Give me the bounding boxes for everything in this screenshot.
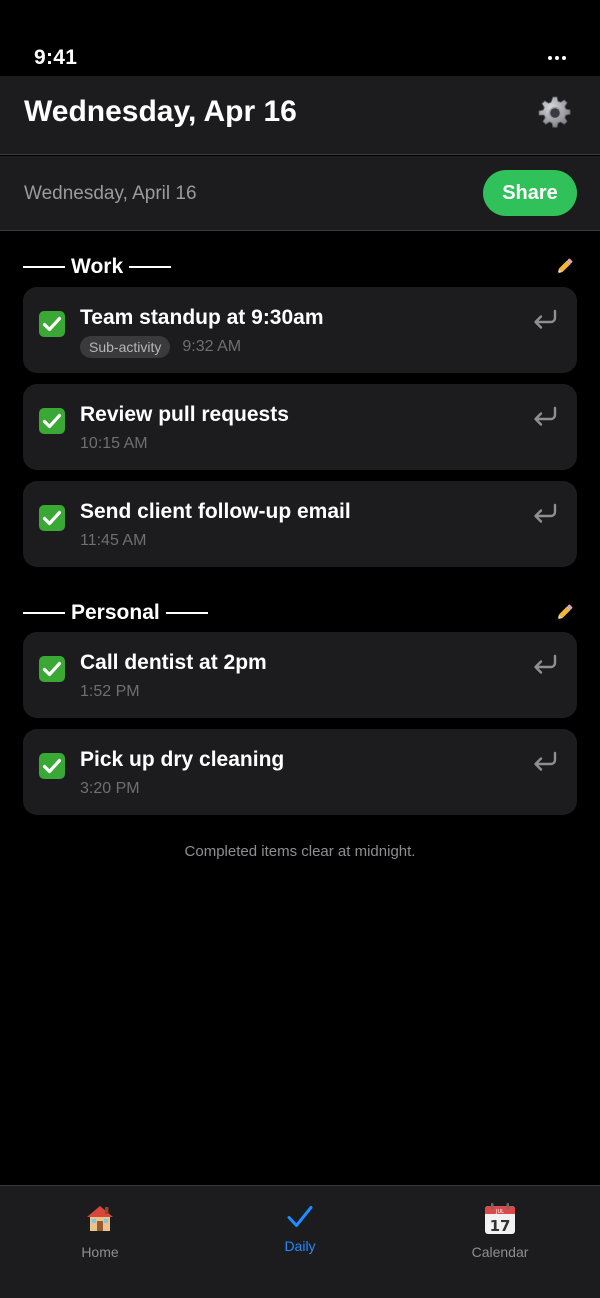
- task-meta: Sub-activity 9:32 AM: [80, 336, 241, 358]
- calendar-day: 17: [490, 1217, 511, 1235]
- pencil-icon[interactable]: [553, 602, 575, 624]
- calendar-month: JUL: [495, 1209, 504, 1215]
- tab-daily[interactable]: Daily: [200, 1186, 400, 1298]
- tab-calendar[interactable]: JUL 17 Calendar: [400, 1186, 600, 1298]
- calendar-icon: JUL 17: [483, 1202, 517, 1241]
- date-bar: Wednesday, April 16 Share: [0, 156, 600, 231]
- undo-return-icon[interactable]: [531, 404, 559, 428]
- app-root: 9:41 Wednesday, Apr 16 Wednesday, April …: [0, 0, 600, 1298]
- section-title: Work: [71, 255, 124, 278]
- task-card[interactable]: Send client follow-up email 11:45 AM: [23, 481, 577, 567]
- checkmark-box-icon[interactable]: [39, 753, 65, 779]
- task-title: Pick up dry cleaning: [80, 748, 285, 771]
- task-title: Team standup at 9:30am: [80, 306, 324, 329]
- checkmark-box-icon[interactable]: [39, 311, 65, 337]
- section-divider: [23, 612, 65, 614]
- section-header-work: Work: [23, 254, 577, 280]
- section-divider: [23, 266, 65, 268]
- undo-return-icon[interactable]: [531, 749, 559, 773]
- footer-note: Completed items clear at midnight.: [184, 843, 416, 860]
- sub-activity-badge: Sub-activity: [80, 336, 171, 358]
- task-card[interactable]: Team standup at 9:30am Sub-activity 9:32…: [23, 287, 577, 373]
- section-title: Personal: [71, 601, 160, 624]
- undo-return-icon[interactable]: [531, 652, 559, 676]
- task-time: 3:20 PM: [80, 780, 140, 797]
- section-header-personal: Personal: [23, 600, 577, 626]
- task-title: Call dentist at 2pm: [80, 651, 267, 674]
- task-meta: 3:20 PM: [80, 778, 140, 800]
- settings-button[interactable]: [538, 96, 572, 130]
- tab-bar: Home Daily JUL 17 Calendar: [0, 1185, 600, 1298]
- full-date: Wednesday, April 16: [24, 183, 197, 204]
- task-meta: 11:45 AM: [80, 530, 146, 552]
- share-button[interactable]: Share: [483, 170, 577, 216]
- task-card[interactable]: Pick up dry cleaning 3:20 PM: [23, 729, 577, 815]
- checkmark-box-icon[interactable]: [39, 505, 65, 531]
- page-title: Wednesday, Apr 16: [24, 95, 297, 128]
- tab-label: Daily: [284, 1238, 316, 1254]
- status-time: 9:41: [34, 46, 78, 69]
- tab-home[interactable]: Home: [0, 1186, 200, 1298]
- checkmark-icon: [286, 1204, 314, 1235]
- undo-return-icon[interactable]: [531, 307, 559, 331]
- task-meta: 10:15 AM: [80, 433, 148, 455]
- status-bar: 9:41: [0, 0, 600, 76]
- checkmark-box-icon[interactable]: [39, 656, 65, 682]
- checkmark-box-icon[interactable]: [39, 408, 65, 434]
- task-meta: 1:52 PM: [80, 681, 140, 703]
- task-title: Send client follow-up email: [80, 500, 351, 523]
- tab-label: Calendar: [471, 1244, 529, 1260]
- pencil-icon[interactable]: [553, 256, 575, 278]
- status-more-icon: [548, 56, 566, 62]
- task-time: 1:52 PM: [80, 683, 140, 700]
- gear-icon: [538, 96, 571, 128]
- task-time: 10:15 AM: [80, 435, 148, 452]
- header: Wednesday, Apr 16: [0, 76, 600, 155]
- task-time: 11:45 AM: [80, 532, 147, 549]
- task-title: Review pull requests: [80, 403, 289, 426]
- section-divider: [165, 612, 208, 614]
- tab-label: Home: [81, 1244, 119, 1260]
- house-icon: [84, 1202, 116, 1239]
- task-card[interactable]: Review pull requests 10:15 AM: [23, 384, 577, 470]
- task-time: 9:32 AM: [182, 338, 242, 355]
- section-divider: [129, 266, 172, 268]
- task-card[interactable]: Call dentist at 2pm 1:52 PM: [23, 632, 577, 718]
- undo-return-icon[interactable]: [531, 501, 559, 525]
